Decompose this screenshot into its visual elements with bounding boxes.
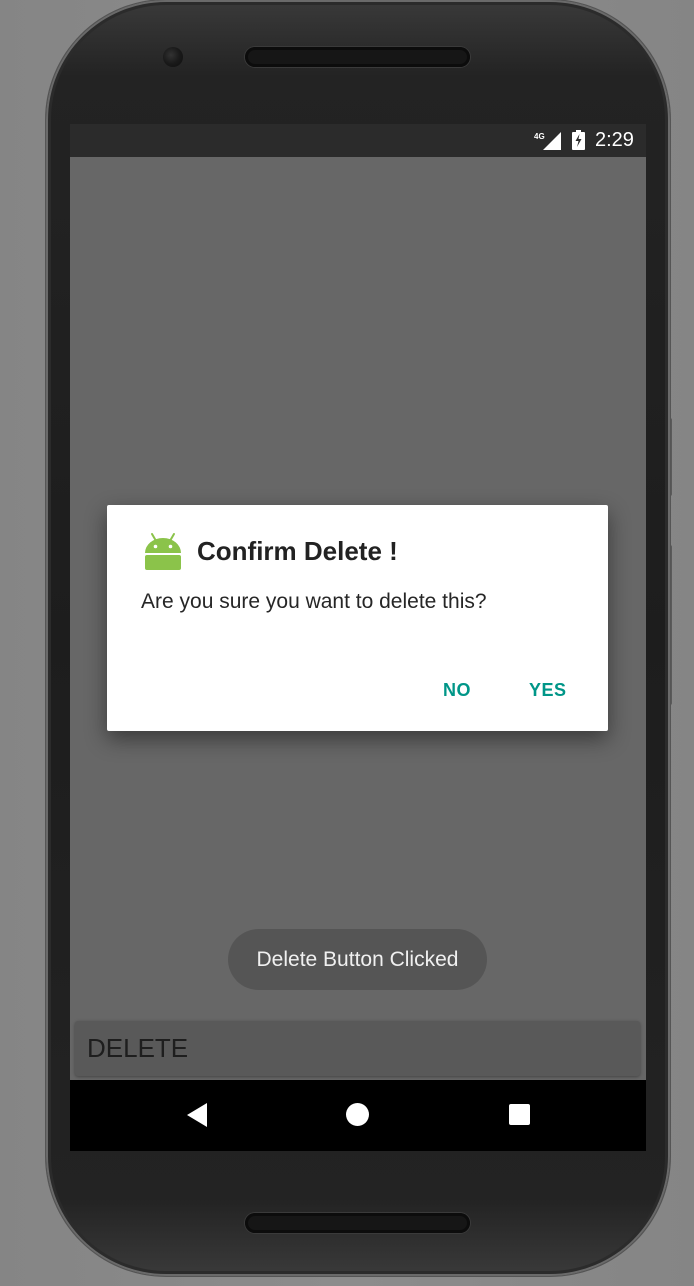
dialog-title: Confirm Delete ! bbox=[197, 536, 398, 566]
status-bar: 4G 2:29 bbox=[70, 124, 646, 157]
battery-icon bbox=[572, 130, 585, 150]
toast-text: Delete Button Clicked bbox=[256, 947, 459, 971]
dialog-message: Are you sure you want to delete this? bbox=[141, 590, 487, 613]
delete-button[interactable]: DELETE bbox=[75, 1021, 640, 1076]
network-type-label: 4G bbox=[534, 132, 545, 141]
status-time: 2:29 bbox=[595, 129, 634, 151]
recents-icon[interactable] bbox=[509, 1104, 530, 1125]
toast-message: Delete Button Clicked bbox=[228, 929, 487, 990]
back-icon[interactable] bbox=[186, 1102, 208, 1128]
confirm-delete-dialog: Confirm Delete ! Are you sure you want t… bbox=[107, 505, 608, 731]
top-speaker bbox=[245, 47, 470, 67]
delete-button-label: DELETE bbox=[87, 1033, 189, 1063]
no-button[interactable]: NO bbox=[443, 680, 471, 701]
home-icon[interactable] bbox=[346, 1103, 369, 1126]
android-icon bbox=[145, 533, 181, 570]
yes-button[interactable]: YES bbox=[529, 680, 567, 701]
signal-icon: 4G bbox=[534, 132, 561, 150]
bottom-speaker bbox=[245, 1213, 470, 1233]
front-camera bbox=[163, 47, 183, 67]
navigation-bar bbox=[70, 1080, 646, 1151]
emulator-stage: 4G 2:29 Confirm Delete ! Are you sure yo… bbox=[0, 0, 694, 1286]
device-screen: 4G 2:29 Confirm Delete ! Are you sure yo… bbox=[70, 124, 646, 1151]
